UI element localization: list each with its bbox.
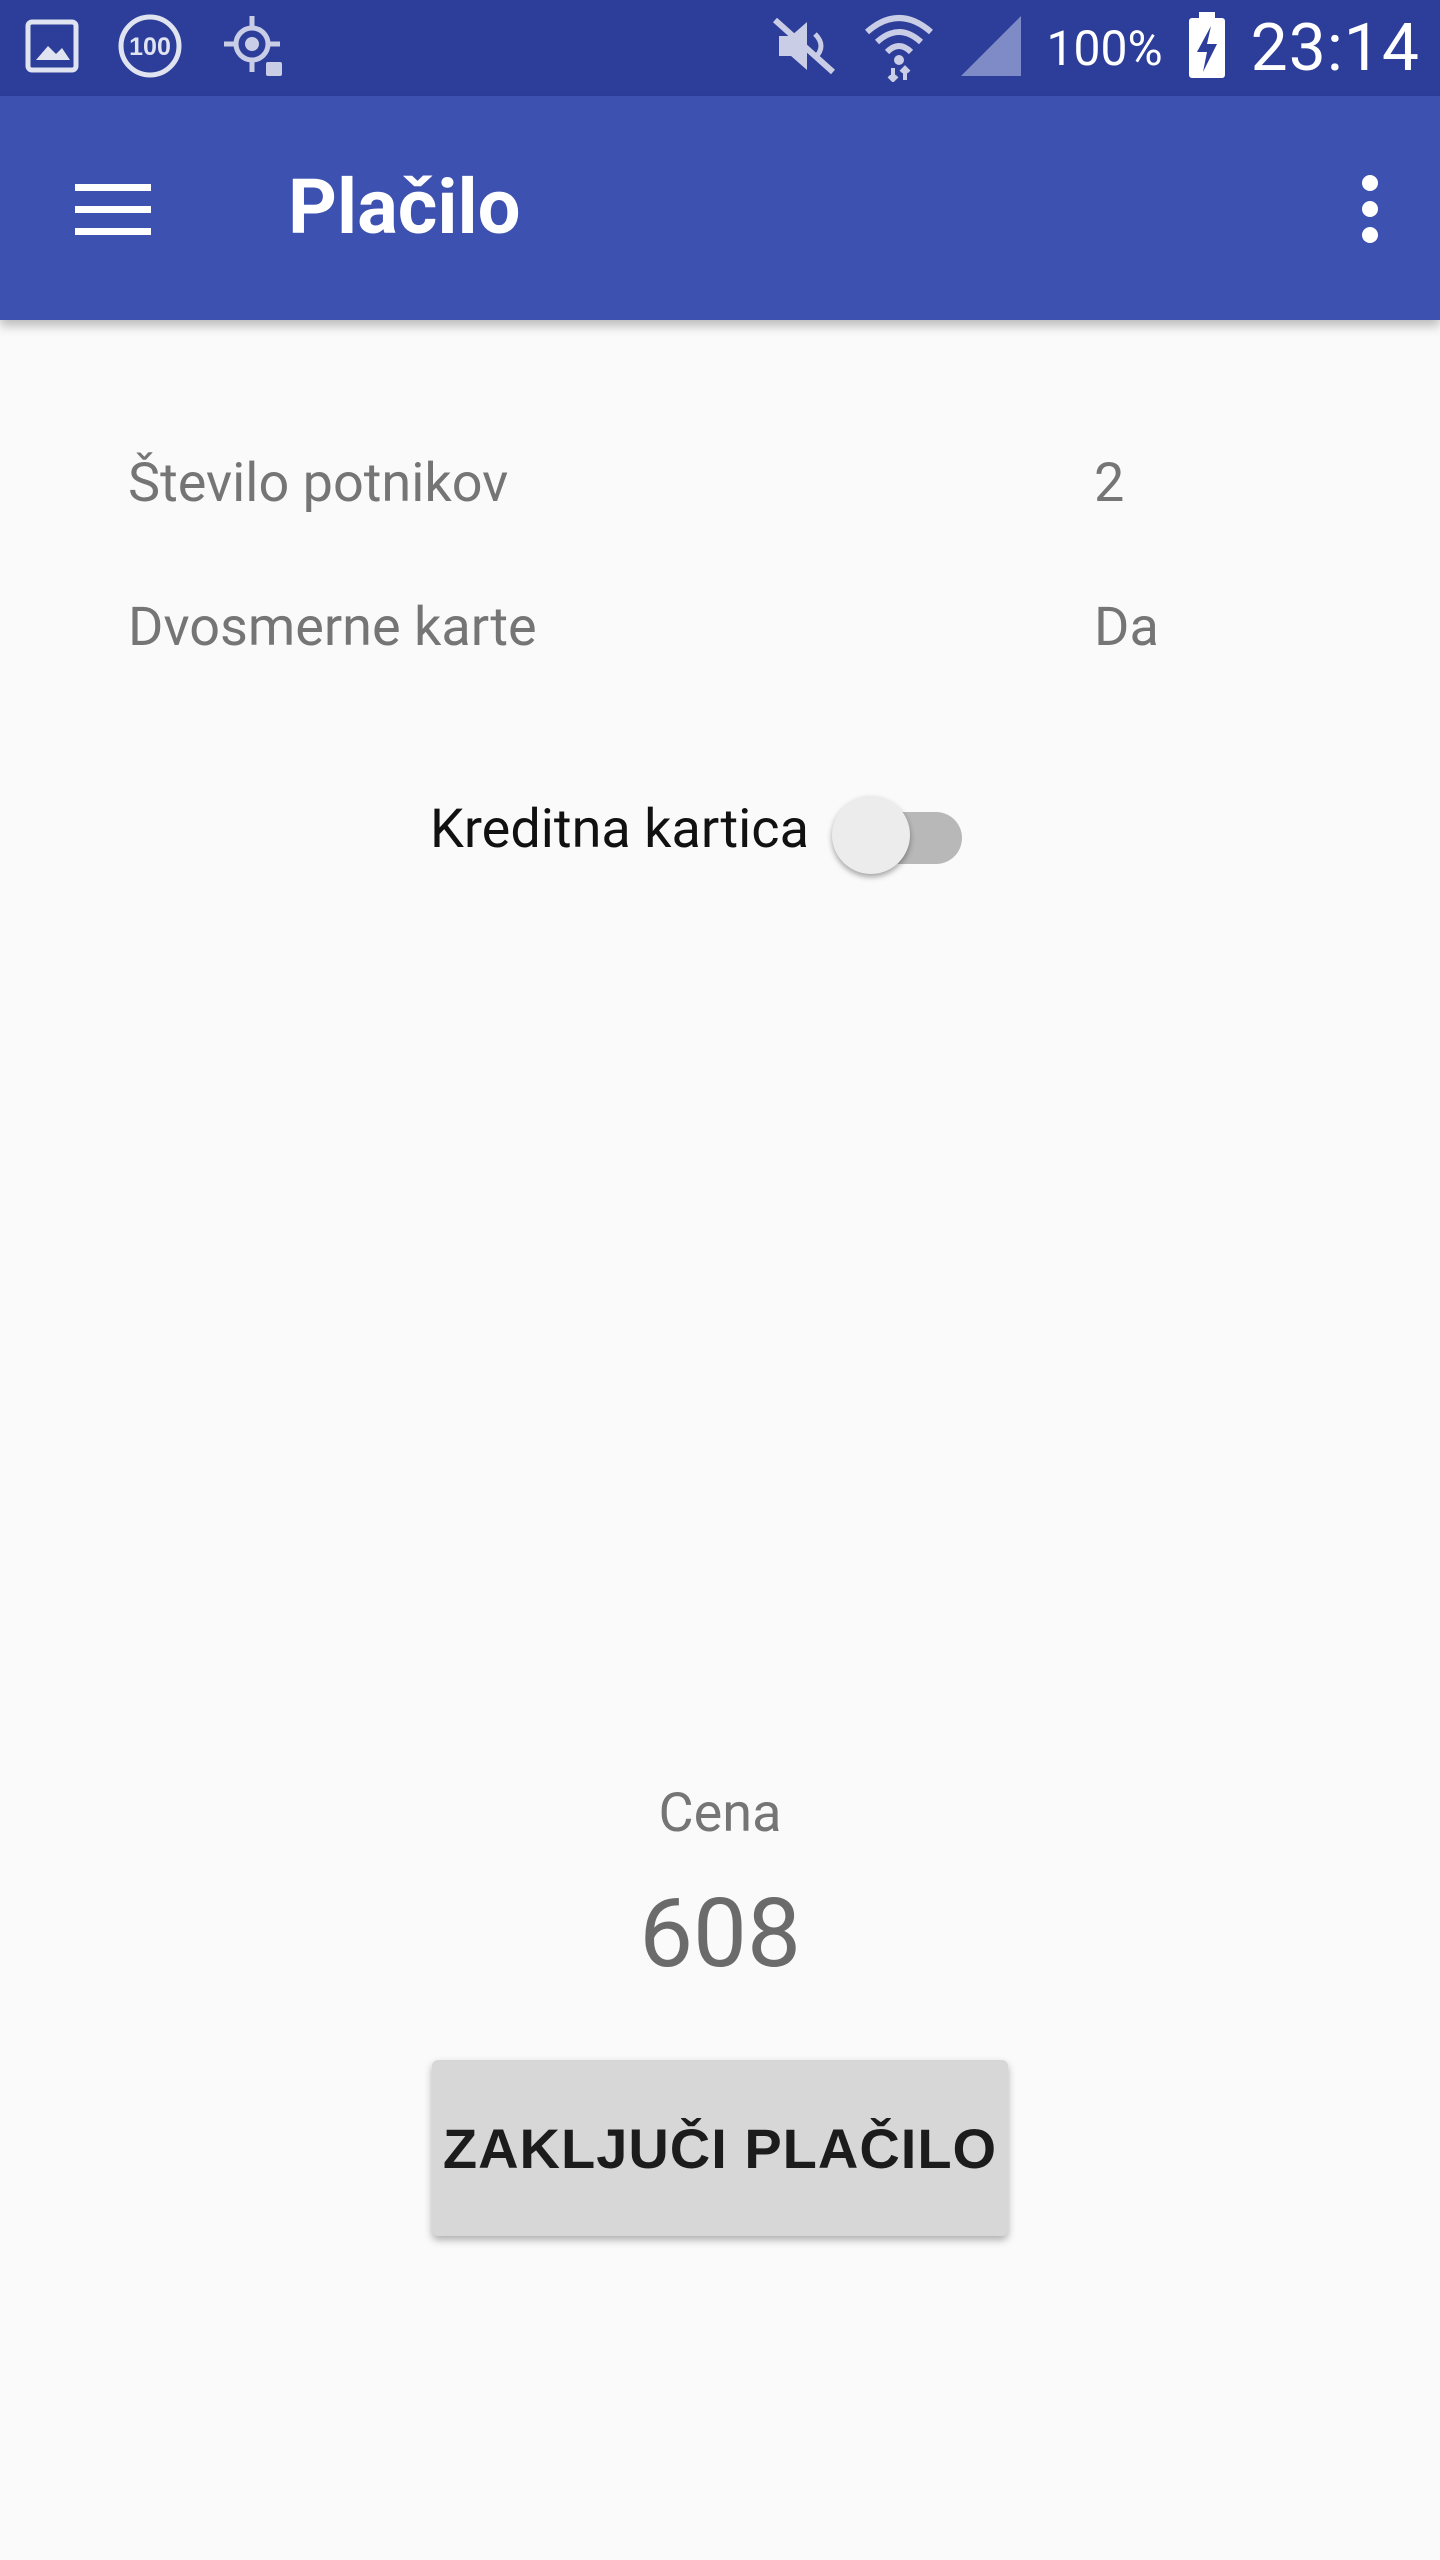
price-label: Cena — [658, 1782, 782, 1845]
page-title: Plačilo — [288, 162, 521, 252]
more-vert-icon — [1360, 174, 1380, 248]
hundred-badge-icon: 100 — [116, 12, 184, 84]
navigation-menu-button[interactable] — [58, 162, 168, 262]
return-tickets-value: Da — [1094, 596, 1159, 659]
passengers-value: 2 — [1094, 452, 1125, 515]
passengers-row: Število potnikov 2 — [128, 452, 1228, 532]
battery-charging-icon — [1187, 12, 1227, 84]
credit-card-label: Kreditna kartica — [430, 798, 809, 861]
price-value: 608 — [639, 1878, 801, 1990]
wifi-icon — [863, 10, 935, 86]
gallery-icon — [24, 18, 80, 78]
overflow-menu-button[interactable] — [1340, 156, 1400, 266]
toggle-thumb — [832, 796, 910, 874]
app-bar: Plačilo — [0, 96, 1440, 320]
cell-signal-icon — [959, 14, 1023, 82]
clock: 23:14 — [1250, 9, 1420, 87]
credit-card-switch-row: Kreditna kartica — [0, 790, 1440, 880]
finish-payment-button[interactable]: ZAKLJUČI PLAČILO — [432, 2060, 1008, 2236]
hamburger-menu-icon — [75, 182, 151, 242]
return-tickets-label: Dvosmerne karte — [128, 596, 537, 659]
credit-card-toggle[interactable] — [832, 790, 972, 874]
system-icons: 100% 23:14 — [769, 0, 1420, 96]
mute-icon — [769, 14, 839, 82]
status-bar: 100 100% 23:14 — [0, 0, 1440, 96]
passengers-label: Število potnikov — [128, 452, 509, 515]
notification-icons: 100 — [24, 14, 288, 82]
battery-percentage: 100% — [1046, 19, 1163, 77]
return-tickets-row: Dvosmerne karte Da — [128, 596, 1228, 676]
svg-text:100: 100 — [129, 33, 171, 61]
location-icon — [220, 12, 288, 84]
